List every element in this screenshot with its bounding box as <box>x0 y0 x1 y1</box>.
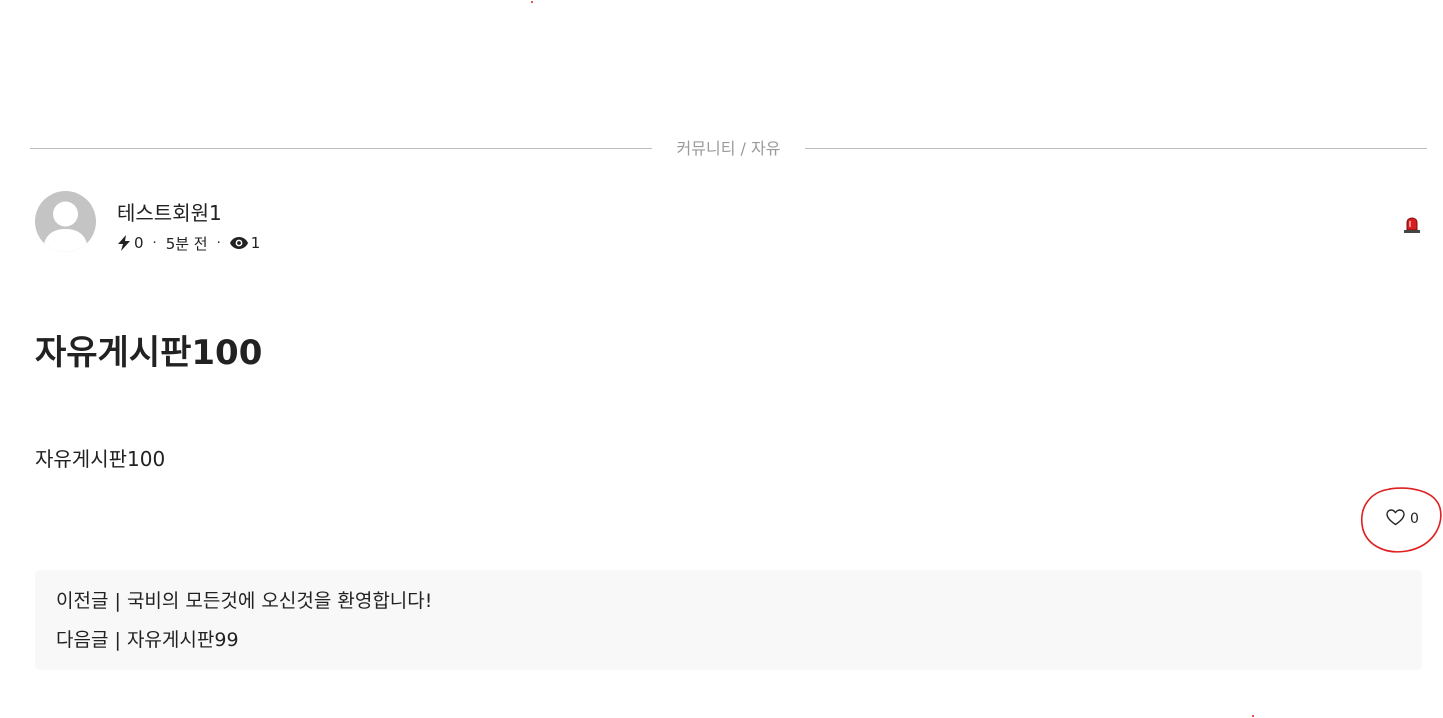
posted-time: 5분 전 <box>165 234 208 253</box>
next-post-title: 자유게시판99 <box>126 629 239 651</box>
annotation-dot <box>531 1 533 3</box>
next-post-link[interactable]: 다음글 | 자유게시판99 <box>56 627 239 653</box>
like-button[interactable]: 0 <box>1386 507 1419 531</box>
author-points: 0 <box>134 234 144 252</box>
nav-divider: | <box>114 590 121 612</box>
siren-icon[interactable] <box>1403 217 1421 234</box>
post-title: 자유게시판100 <box>35 333 263 373</box>
prev-post-label: 이전글 <box>56 590 109 612</box>
heart-icon <box>1386 508 1405 530</box>
author-name[interactable]: 테스트회원1 <box>117 199 222 227</box>
view-count: 1 <box>250 234 261 252</box>
prev-post-title: 국비의 모든것에 오신것을 환영합니다! <box>126 590 433 612</box>
breadcrumb-divider-right <box>805 148 1427 149</box>
breadcrumb-text[interactable]: 커뮤니티 / 자유 <box>652 138 805 160</box>
meta-separator: · <box>216 235 221 251</box>
post-body: 자유게시판100 <box>35 447 166 471</box>
bolt-icon <box>117 235 131 251</box>
annotation-dot <box>1252 715 1254 717</box>
breadcrumb: 커뮤니티 / 자유 <box>30 138 1427 160</box>
avatar[interactable] <box>35 191 96 252</box>
breadcrumb-divider-left <box>30 148 652 149</box>
like-count: 0 <box>1410 511 1419 527</box>
eye-icon <box>229 237 248 249</box>
nav-divider: | <box>114 629 121 651</box>
post-view-page: 커뮤니티 / 자유 테스트회원1 0 · 5분 전 · 1 자유게시판100 자… <box>0 0 1443 718</box>
post-meta: 0 · 5분 전 · 1 <box>117 232 260 254</box>
next-post-label: 다음글 <box>56 629 109 651</box>
post-navigation: 이전글 | 국비의 모든것에 오신것을 환영합니다! 다음글 | 자유게시판99 <box>35 570 1422 670</box>
default-user-icon <box>43 201 88 252</box>
prev-post-link[interactable]: 이전글 | 국비의 모든것에 오신것을 환영합니다! <box>56 588 432 614</box>
meta-separator: · <box>152 235 157 251</box>
